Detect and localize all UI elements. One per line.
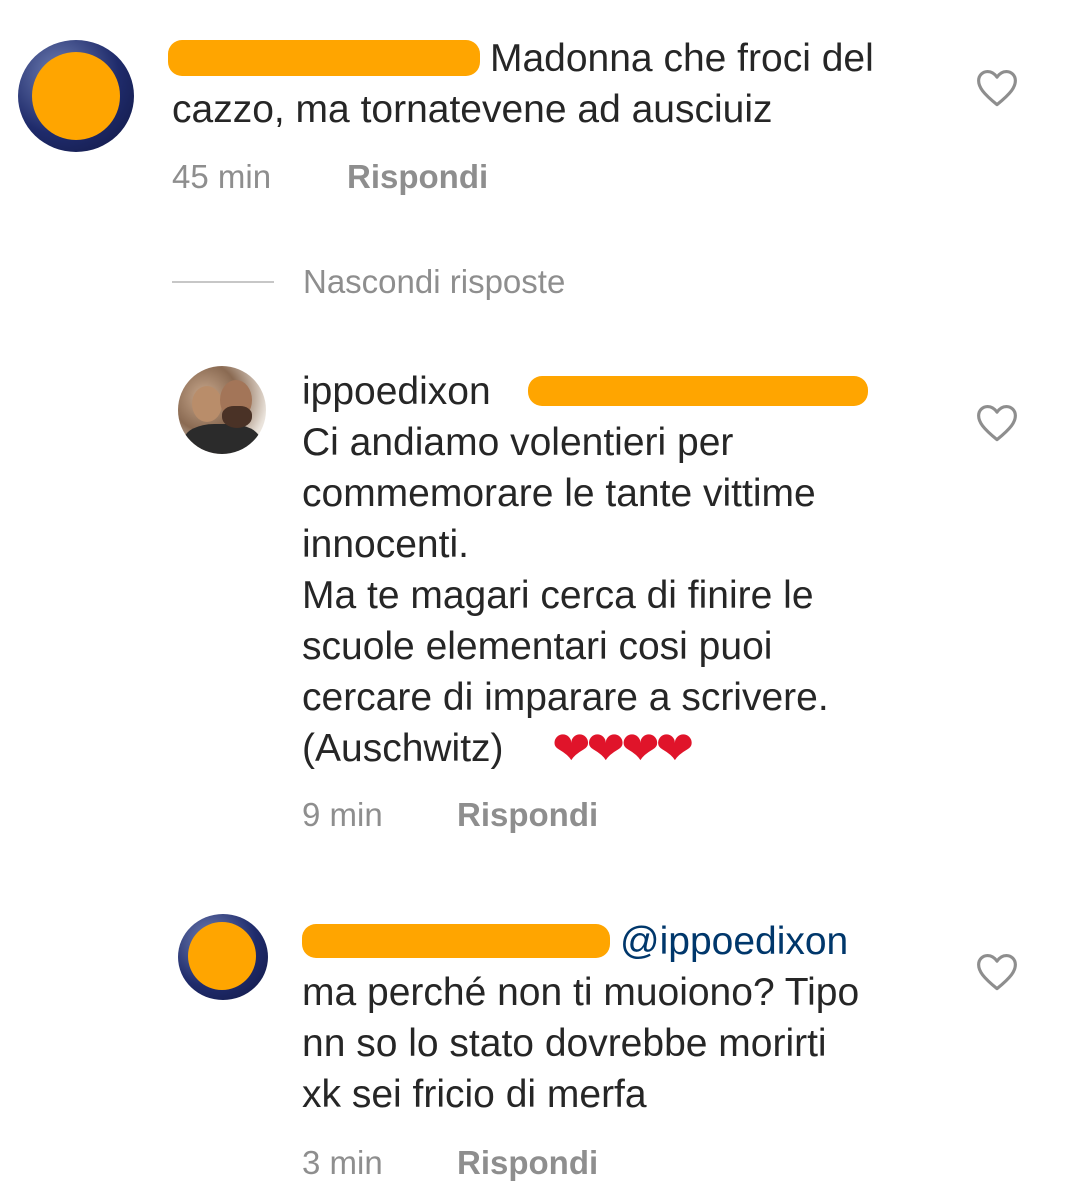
avatar[interactable] xyxy=(18,40,134,152)
mention-link[interactable]: @ippoedixon xyxy=(620,916,848,967)
heart-outline-icon[interactable] xyxy=(976,68,1018,108)
redacted-mention xyxy=(528,376,868,406)
reply-button[interactable]: Rispondi xyxy=(457,1144,598,1182)
avatar[interactable] xyxy=(178,366,266,454)
heart-emoji: ❤❤❤❤ xyxy=(552,722,694,774)
redacted-username xyxy=(302,924,610,958)
comment-time: 3 min xyxy=(302,1144,383,1181)
comment-text: Madonna che froci del cazzo, ma tornatev… xyxy=(172,37,874,131)
comment-time: 9 min xyxy=(302,796,383,833)
comment-text: ma perché non ti muoiono? Tipo nn so lo … xyxy=(302,971,860,1116)
heart-outline-icon[interactable] xyxy=(976,403,1018,443)
username[interactable]: ippoedixon xyxy=(302,366,491,417)
comment-text: Ci andiamo volentieri per commemorare le… xyxy=(302,421,829,770)
replies-divider xyxy=(172,281,274,283)
reply-button[interactable]: Rispondi xyxy=(347,158,488,196)
reply-button[interactable]: Rispondi xyxy=(457,796,598,834)
hide-replies-button[interactable]: Nascondi risposte xyxy=(303,263,565,301)
comment-time: 45 min xyxy=(172,158,272,195)
avatar[interactable] xyxy=(178,914,268,1000)
heart-outline-icon[interactable] xyxy=(976,952,1018,992)
